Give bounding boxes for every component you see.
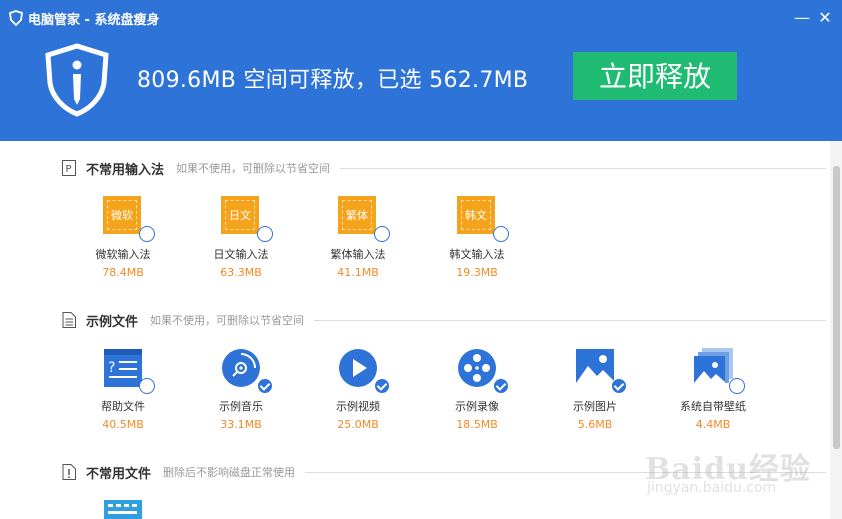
header-banner: 电脑管家 - 系统盘瘦身 — ✕ 809.6MB 空间可释放，已选 562.7M… — [0, 0, 842, 141]
free-space-summary: 809.6MB 空间可释放，已选 562.7MB — [137, 68, 529, 93]
picture-icon — [576, 349, 614, 387]
section-desc: 如果不使用，可删除以节省空间 — [150, 314, 305, 327]
item-size: 33.1MB — [220, 418, 262, 431]
item-system-wallpaper[interactable]: 系统自带壁纸 4.4MB — [658, 348, 768, 431]
shield-logo-icon — [45, 43, 109, 117]
item-checkbox[interactable] — [493, 378, 509, 394]
item-label: 示例音乐 — [219, 400, 263, 413]
svg-text:?: ? — [108, 360, 115, 376]
item-traditional-ime[interactable]: 繁体 繁体输入法 41.1MB — [303, 196, 413, 279]
item-size: 5.6MB — [577, 418, 613, 431]
scrollbar-thumb[interactable] — [833, 166, 840, 449]
section-title: 不常用输入法 — [86, 162, 165, 178]
close-button[interactable]: ✕ — [815, 8, 835, 28]
release-now-button[interactable]: 立即释放 — [573, 52, 737, 100]
app-logo-icon — [9, 10, 23, 26]
traditional-chinese-ime-icon: 繁体 — [338, 196, 376, 234]
item-checkbox[interactable] — [139, 226, 155, 242]
document-icon — [62, 312, 76, 328]
item-size: 41.1MB — [337, 266, 379, 279]
svg-text:P: P — [66, 164, 72, 175]
file-alert-icon — [62, 464, 76, 480]
item-size: 25.0MB — [337, 418, 379, 431]
item-checkbox[interactable] — [374, 378, 390, 394]
korean-ime-icon: 韩文 — [457, 196, 495, 234]
item-label: 日文输入法 — [213, 248, 269, 261]
item-microsoft-ime[interactable]: 微软 微软输入法 78.4MB — [68, 196, 178, 279]
item-checkbox[interactable] — [611, 378, 627, 394]
baidu-watermark: Baidu经验 jingyan.baidu.com — [645, 444, 825, 499]
item-help-files[interactable]: ? 帮助文件 40.5MB — [68, 348, 178, 431]
item-label: 示例录像 — [455, 400, 499, 413]
divider — [314, 319, 826, 321]
section-header-ime: P 不常用输入法 如果不使用，可删除以节省空间 — [62, 158, 826, 178]
item-checkbox[interactable] — [493, 226, 509, 242]
item-label: 韩文输入法 — [449, 248, 505, 261]
item-size: 63.3MB — [220, 266, 262, 279]
help-file-icon: ? — [104, 349, 142, 387]
minimize-button[interactable]: — — [792, 8, 812, 28]
item-japanese-ime[interactable]: 日文 日文输入法 63.3MB — [186, 196, 296, 279]
item-sample-music[interactable]: 示例音乐 33.1MB — [186, 348, 296, 431]
item-label: 示例视频 — [336, 400, 380, 413]
divider — [340, 167, 826, 169]
item-size: 18.5MB — [456, 418, 498, 431]
video-play-icon — [339, 349, 377, 387]
music-disc-icon — [222, 349, 260, 387]
item-sample-video[interactable]: 示例视频 25.0MB — [303, 348, 413, 431]
item-label: 微软输入法 — [95, 248, 151, 261]
item-size: 4.4MB — [695, 418, 731, 431]
watermark-url: jingyan.baidu.com — [647, 480, 777, 496]
item-sample-recording[interactable]: 示例录像 18.5MB — [422, 348, 532, 431]
wallpaper-icon — [694, 348, 733, 387]
item-label: 繁体输入法 — [330, 248, 386, 261]
section-desc: 删除后不影响磁盘正常使用 — [163, 466, 296, 479]
keyboard-icon[interactable] — [104, 500, 142, 519]
item-korean-ime[interactable]: 韩文 韩文输入法 19.3MB — [422, 196, 532, 279]
item-label: 帮助文件 — [101, 400, 145, 413]
item-checkbox[interactable] — [139, 378, 155, 394]
item-size: 40.5MB — [102, 418, 144, 431]
window-title: 电脑管家 - 系统盘瘦身 — [28, 12, 160, 28]
section-header-samples: 示例文件 如果不使用，可删除以节省空间 — [62, 310, 826, 330]
item-label: 示例图片 — [573, 400, 617, 413]
section-desc: 如果不使用，可删除以节省空间 — [176, 162, 331, 175]
section-title: 不常用文件 — [86, 466, 152, 482]
ime-p-icon: P — [62, 160, 76, 176]
item-label: 系统自带壁纸 — [680, 400, 746, 413]
item-size: 19.3MB — [456, 266, 498, 279]
item-checkbox[interactable] — [374, 226, 390, 242]
microsoft-ime-icon: 微软 — [103, 196, 141, 234]
film-reel-icon — [458, 349, 496, 387]
section-title: 示例文件 — [86, 314, 139, 330]
item-size: 78.4MB — [102, 266, 144, 279]
title-bar: 电脑管家 - 系统盘瘦身 — [8, 8, 159, 28]
item-sample-pictures[interactable]: 示例图片 5.6MB — [540, 348, 650, 431]
item-checkbox[interactable] — [257, 378, 273, 394]
japanese-ime-icon: 日文 — [221, 196, 259, 234]
item-checkbox[interactable] — [257, 226, 273, 242]
item-checkbox[interactable] — [729, 378, 745, 394]
